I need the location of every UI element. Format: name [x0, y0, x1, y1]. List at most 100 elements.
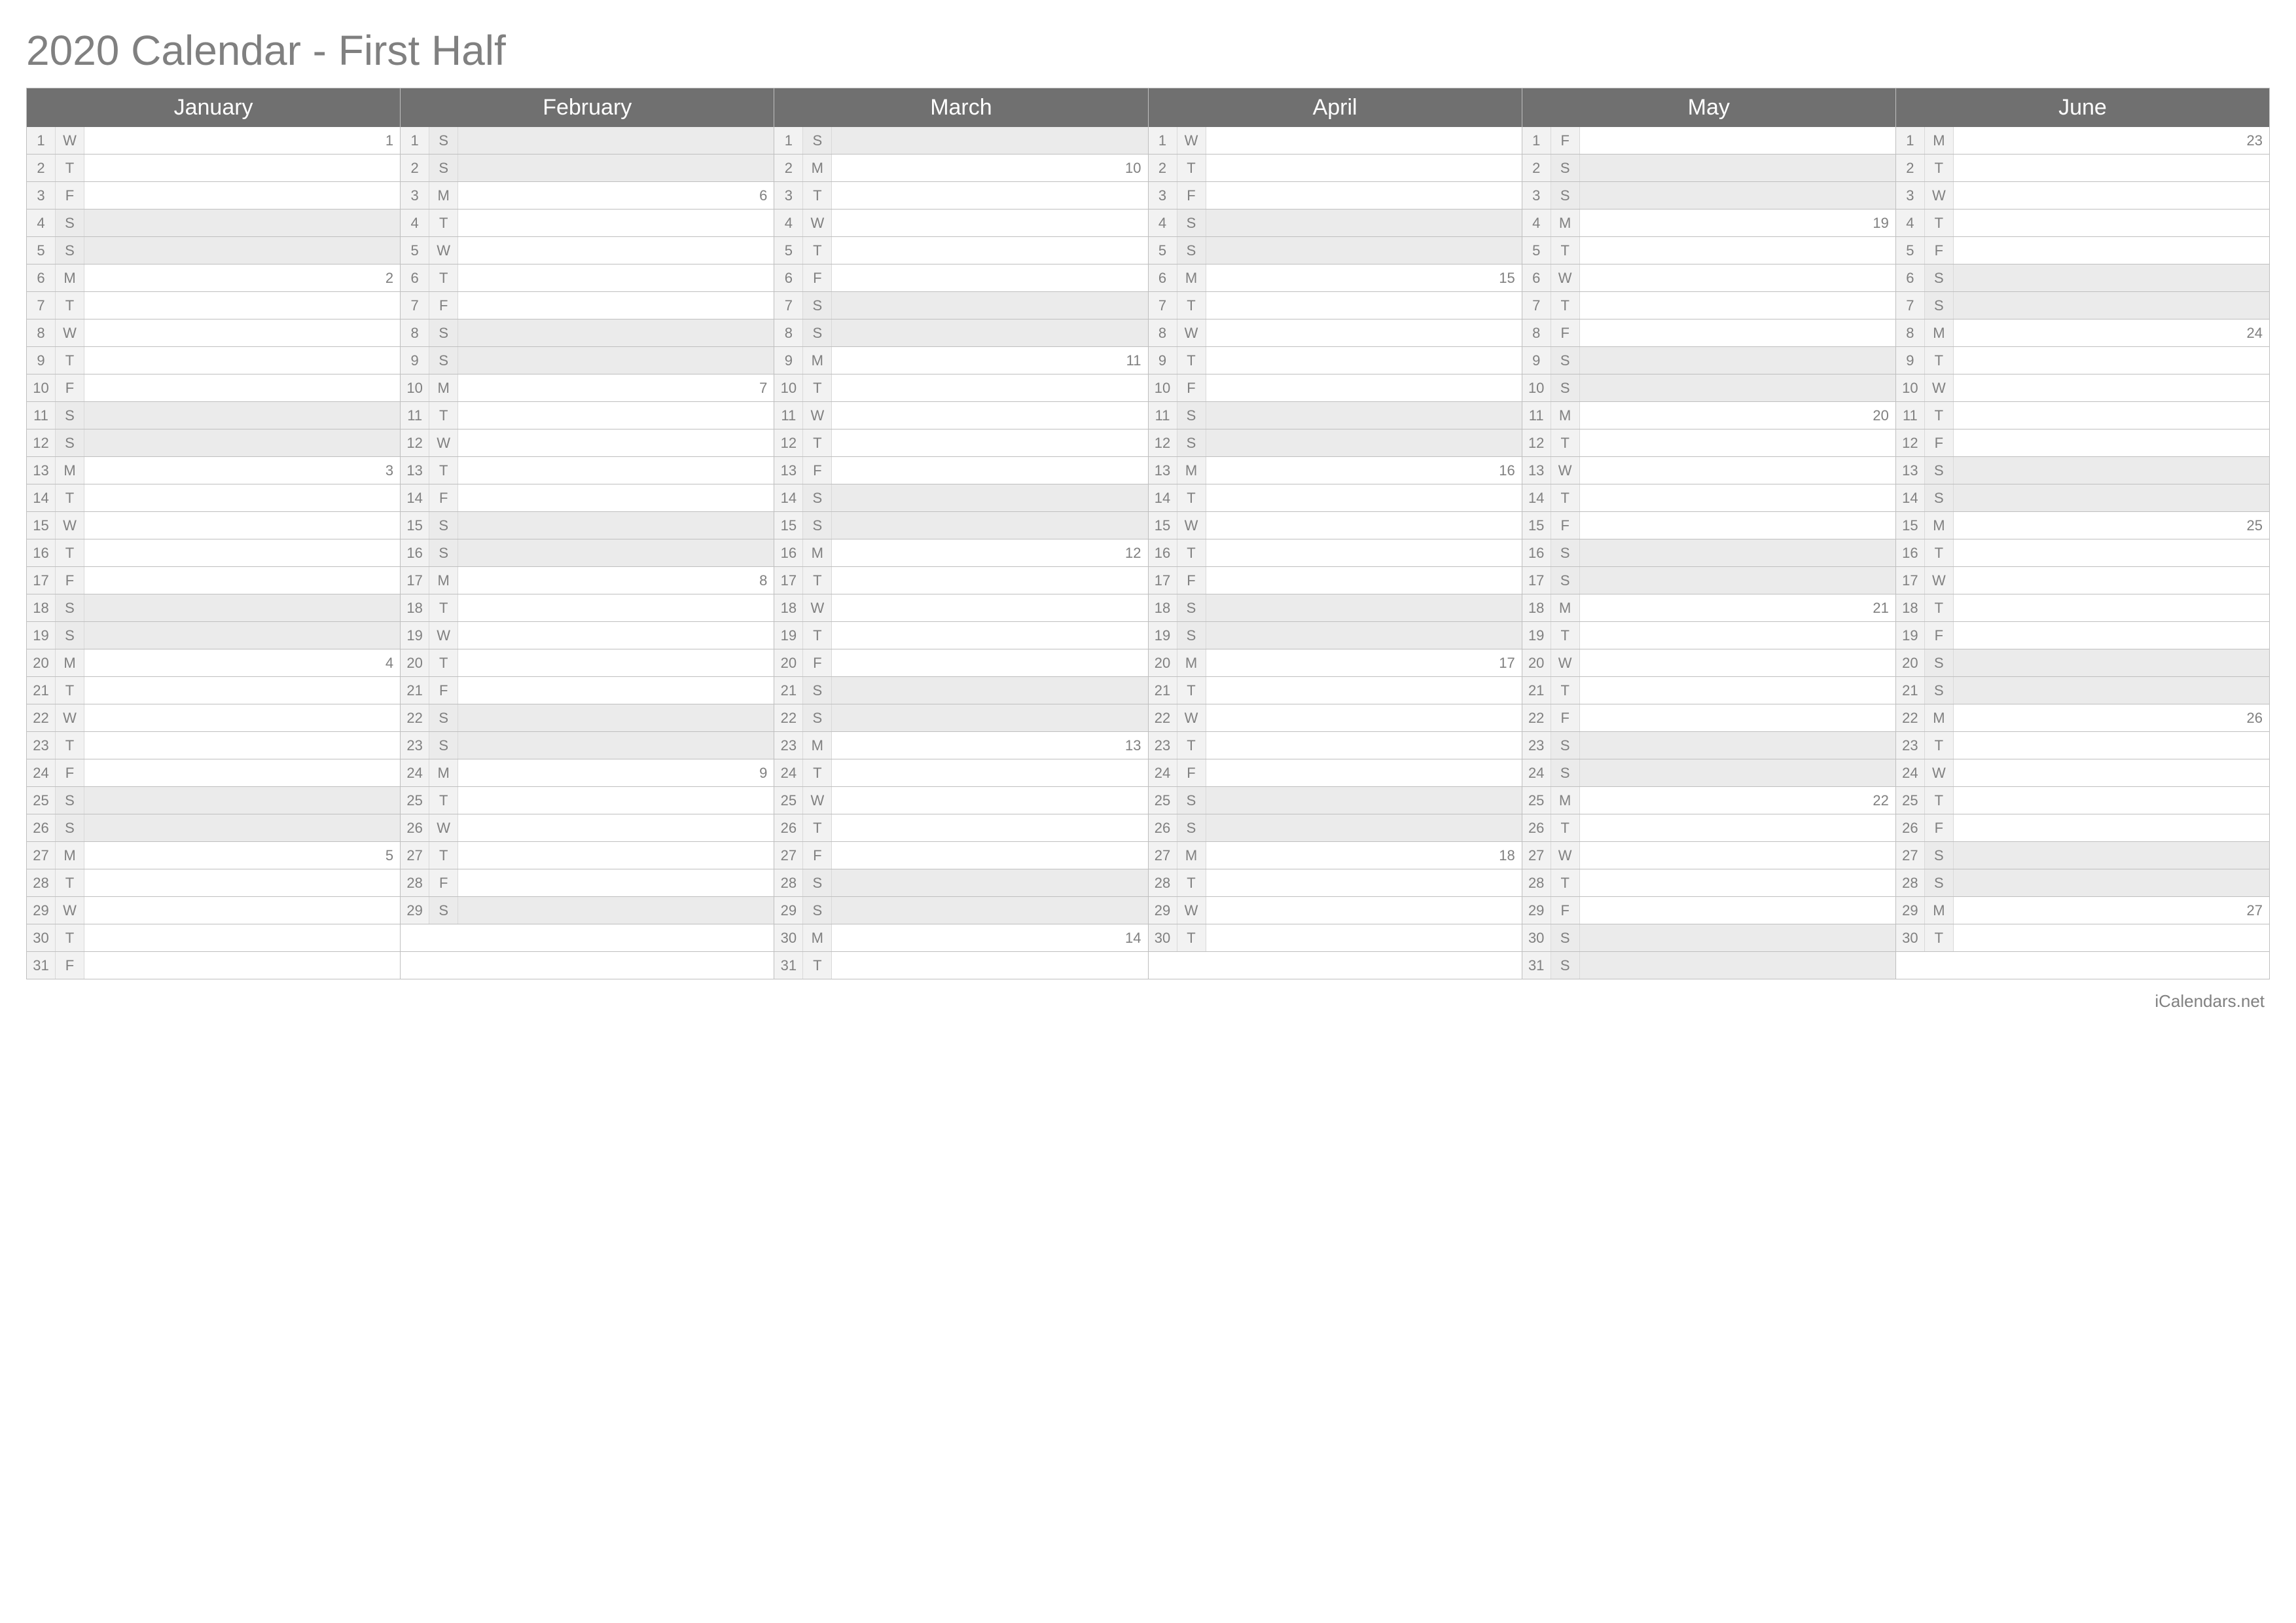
- day-of-week: S: [803, 484, 832, 511]
- day-number: 24: [774, 759, 803, 786]
- day-row: 6W: [1522, 264, 1896, 292]
- day-number: 13: [774, 457, 803, 484]
- day-row: 21S: [1896, 677, 2270, 704]
- day-row: 12S: [27, 429, 401, 457]
- day-number: 8: [27, 319, 56, 346]
- day-number: 29: [401, 897, 429, 924]
- day-row: 24F: [27, 759, 401, 787]
- day-note: [1206, 814, 1522, 841]
- day-of-week: F: [429, 677, 458, 704]
- day-note: [1954, 622, 2269, 649]
- month-column: January1W12T3F4S5S6M27T8W9T10F11S12S13M3…: [27, 88, 401, 979]
- day-row: 29S: [774, 897, 1148, 924]
- day-note: [1580, 319, 1895, 346]
- day-note: [1580, 622, 1895, 649]
- day-of-week: F: [1551, 704, 1580, 731]
- day-of-week: S: [1551, 759, 1580, 786]
- day-of-week: S: [803, 677, 832, 704]
- day-note: [1954, 869, 2269, 896]
- day-of-week: W: [1177, 897, 1206, 924]
- day-row: 11S: [27, 402, 401, 429]
- day-note: [84, 897, 400, 924]
- day-row: 23T: [27, 732, 401, 759]
- day-row: 24F: [1149, 759, 1522, 787]
- day-row: 25T: [1896, 787, 2270, 814]
- day-note: [84, 787, 400, 814]
- month-column: May1F2S3S4M195T6W7T8F9S10S11M2012T13W14T…: [1522, 88, 1896, 979]
- day-note: [1206, 402, 1522, 429]
- day-note: [458, 347, 774, 374]
- day-row: 16T: [1149, 539, 1522, 567]
- day-number: 8: [1896, 319, 1925, 346]
- day-of-week: T: [1551, 814, 1580, 841]
- day-note: 5: [84, 842, 400, 869]
- day-number: 23: [1522, 732, 1551, 759]
- day-of-week: W: [1177, 704, 1206, 731]
- day-number: 25: [1896, 787, 1925, 814]
- day-of-week: T: [1177, 347, 1206, 374]
- day-row: 7S: [1896, 292, 2270, 319]
- day-note: 9: [458, 759, 774, 786]
- day-note: [1206, 567, 1522, 594]
- day-note: [1954, 787, 2269, 814]
- day-of-week: F: [429, 484, 458, 511]
- day-note: 22: [1580, 787, 1895, 814]
- day-of-week: T: [429, 594, 458, 621]
- day-of-week: T: [1177, 484, 1206, 511]
- day-of-week: T: [1925, 924, 1954, 951]
- day-number: 4: [27, 210, 56, 236]
- day-number: 24: [1149, 759, 1177, 786]
- day-note: [84, 155, 400, 181]
- day-row: 17S: [1522, 567, 1896, 594]
- day-number: 19: [1149, 622, 1177, 649]
- day-row: 18T: [401, 594, 774, 622]
- day-number: 11: [27, 402, 56, 429]
- day-of-week: T: [1177, 924, 1206, 951]
- day-of-week: S: [56, 237, 84, 264]
- day-note: [832, 649, 1147, 676]
- day-number: 21: [774, 677, 803, 704]
- day-number: 12: [1896, 429, 1925, 456]
- day-note: [1954, 759, 2269, 786]
- day-of-week: T: [1177, 292, 1206, 319]
- day-number: 8: [774, 319, 803, 346]
- day-note: [84, 182, 400, 209]
- day-number: 13: [27, 457, 56, 484]
- day-of-week: T: [56, 539, 84, 566]
- day-row: 22W: [1149, 704, 1522, 732]
- day-of-week: F: [803, 457, 832, 484]
- day-number: 17: [1522, 567, 1551, 594]
- day-note: [832, 127, 1147, 154]
- day-number: 21: [1149, 677, 1177, 704]
- day-row: 27T: [401, 842, 774, 869]
- day-row: 20W: [1522, 649, 1896, 677]
- day-number: 6: [774, 264, 803, 291]
- month-header: February: [401, 88, 774, 127]
- day-of-week: F: [1177, 374, 1206, 401]
- day-of-week: T: [803, 952, 832, 979]
- day-number: 10: [1522, 374, 1551, 401]
- day-note: 24: [1954, 319, 2269, 346]
- day-row: 25S: [27, 787, 401, 814]
- day-row: 26T: [1522, 814, 1896, 842]
- day-row: 29W: [1149, 897, 1522, 924]
- day-note: 14: [832, 924, 1147, 951]
- day-note: [458, 402, 774, 429]
- day-note: [1206, 924, 1522, 951]
- day-number: 17: [401, 567, 429, 594]
- day-number: 2: [1896, 155, 1925, 181]
- day-row: 12S: [1149, 429, 1522, 457]
- day-note: [1580, 869, 1895, 896]
- day-of-week: S: [803, 319, 832, 346]
- day-of-week: M: [56, 264, 84, 291]
- day-row: 12T: [1522, 429, 1896, 457]
- day-number: 24: [1896, 759, 1925, 786]
- day-note: [832, 484, 1147, 511]
- day-of-week: M: [56, 457, 84, 484]
- day-number: 29: [27, 897, 56, 924]
- day-row: 9T: [27, 347, 401, 374]
- day-of-week: T: [56, 869, 84, 896]
- day-row: 7T: [1149, 292, 1522, 319]
- day-of-week: F: [1551, 512, 1580, 539]
- day-row: 21F: [401, 677, 774, 704]
